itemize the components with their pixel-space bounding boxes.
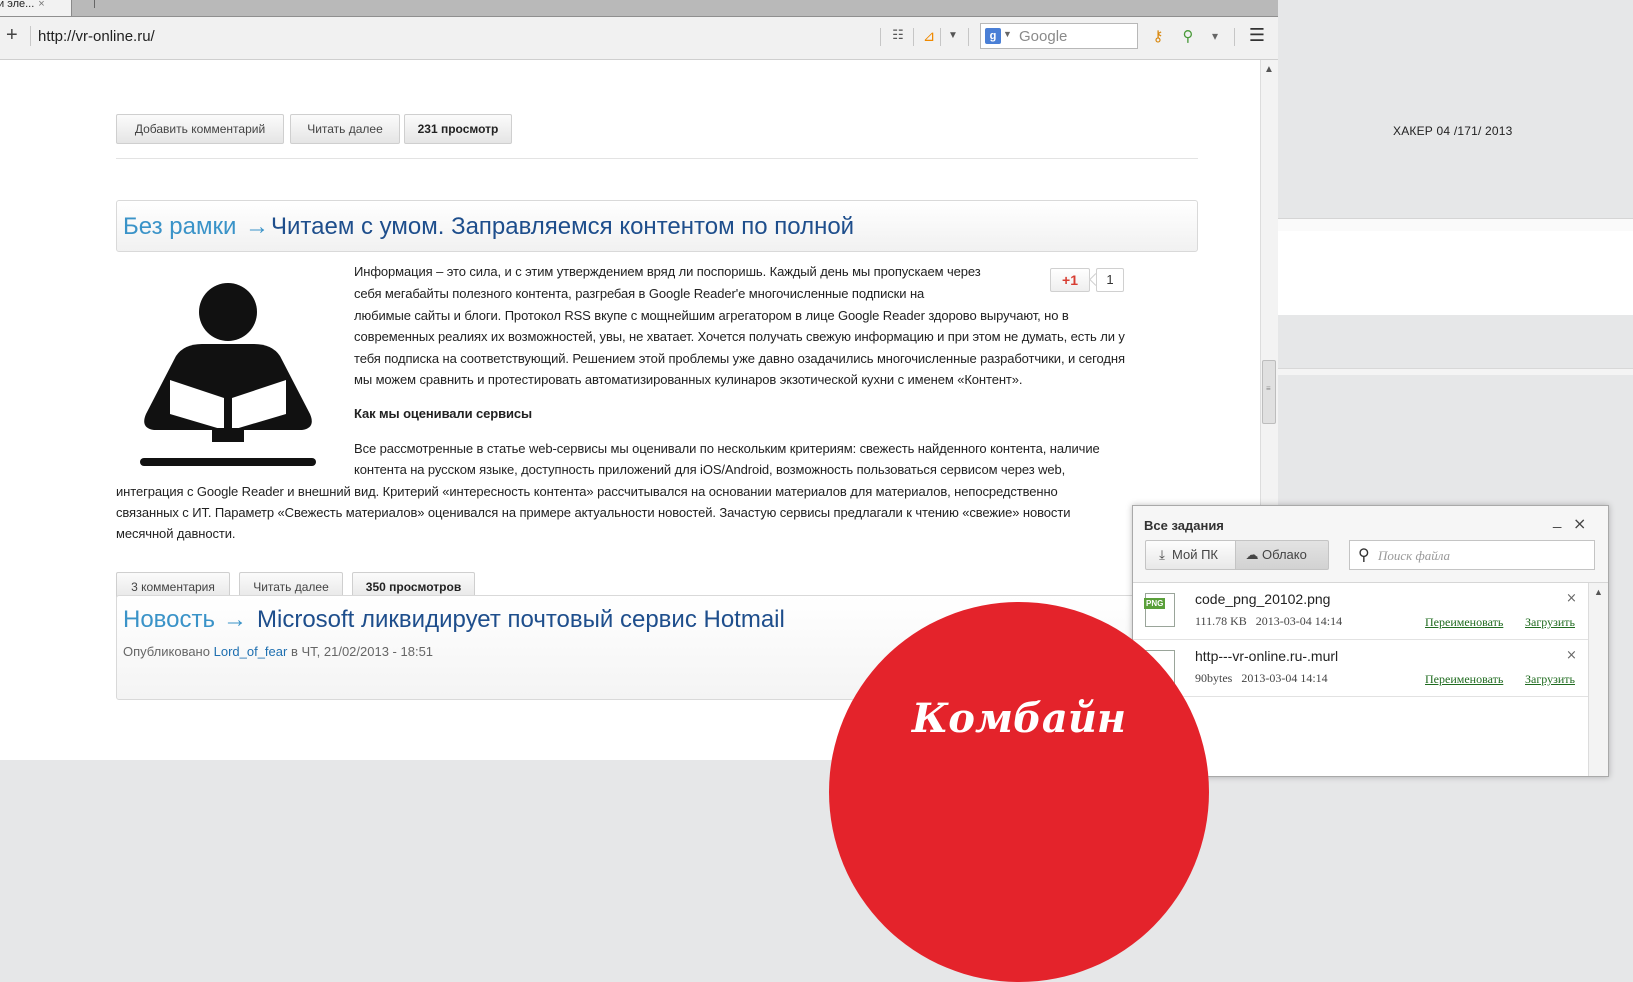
file-date: 2013-03-04 14:14 (1255, 614, 1343, 628)
tasks-panel-title: Все задания (1144, 518, 1224, 533)
decorative-band (1278, 231, 1633, 315)
file-name: http---vr-online.ru-.murl (1195, 648, 1339, 664)
close-icon[interactable]: × (1573, 514, 1586, 533)
divider (968, 28, 969, 46)
article-text-line: любимые сайты и блоги. Протокол RSS вкуп… (354, 308, 1069, 323)
search-engine-label: Google (1019, 28, 1068, 45)
article-text-line: себя мегабайты полезного контента, разгр… (354, 286, 925, 301)
news-title-link[interactable]: Microsoft ликвидирует почтовый сервис Ho… (257, 606, 785, 634)
article-title-link[interactable]: Читаем с умом. Заправляемся контентом по… (271, 213, 854, 241)
rename-link[interactable]: Переименовать (1425, 615, 1503, 630)
minimize-icon[interactable]: _ (1553, 512, 1561, 529)
add-icon[interactable]: + (6, 25, 18, 45)
article-subheading: Как мы оценивали сервисы (354, 406, 533, 421)
file-size: 90bytes (1195, 671, 1233, 685)
search-engine-icon[interactable]: g (985, 28, 1001, 44)
google-plus-button[interactable]: +1 (1050, 268, 1090, 292)
article-category-link[interactable]: Без рамки (123, 213, 236, 241)
download-link[interactable]: Загрузить (1525, 672, 1575, 687)
navigation-bar: + http://vr-online.ru/ ☷ ⊿ ▼ g ▼ Google … (0, 17, 1278, 60)
search-icon: ⚲ (1358, 545, 1370, 564)
divider (116, 158, 1198, 159)
cloud-icon: ☁ (1245, 548, 1259, 563)
arrow-icon: → (223, 606, 247, 633)
divider (30, 26, 31, 46)
article-text-line: связанных с ИТ. Параметр «Свежесть матер… (116, 505, 1071, 520)
rss-icon[interactable]: ⊿ (920, 26, 938, 46)
more-icon[interactable]: ▾ (1208, 26, 1222, 46)
article-text-line: Информация – это сила, и с этим утвержде… (354, 264, 981, 279)
divider (1234, 28, 1235, 46)
author-link[interactable]: Lord_of_fear (214, 644, 288, 659)
remove-icon[interactable]: × (1566, 648, 1577, 663)
list-scrollbar[interactable]: ▲ (1588, 583, 1608, 776)
news-meta: Опубликовано Lord_of_fear в ЧТ, 21/02/20… (123, 644, 433, 659)
file-meta: 111.78 KB 2013-03-04 14:14 (1195, 614, 1342, 629)
news-category-link[interactable]: Новость (123, 606, 215, 634)
file-meta: 90bytes 2013-03-04 14:14 (1195, 671, 1328, 686)
arrow-icon: → (245, 213, 269, 240)
article-text-line: тебя подписка на соответствующий. Решени… (354, 351, 1125, 366)
reader-icon[interactable]: ☷ (888, 26, 908, 46)
tab-bar: и эле... × (0, 0, 1278, 17)
add-comment-button[interactable]: Добавить комментарий (116, 114, 284, 144)
decorative-band (1278, 218, 1633, 232)
png-file-icon: PNG (1144, 593, 1175, 627)
published-label: Опубликовано (123, 644, 210, 659)
tab-title: и эле... (0, 0, 35, 10)
tab-close-icon[interactable]: × (38, 0, 44, 10)
divider (940, 28, 941, 46)
reading-person-icon (140, 283, 316, 466)
tab-label: Облако (1262, 547, 1307, 562)
file-date: 2013-03-04 14:14 (1241, 671, 1328, 685)
dropdown-icon[interactable]: ▼ (944, 26, 962, 46)
section-badge (829, 602, 1209, 982)
magazine-issue-label: ХАКЕР 04 /171/ 2013 (1393, 124, 1513, 138)
list-item[interactable]: http---vr-online.ru-.murl 90bytes 2013-0… (1133, 640, 1588, 697)
find-icon[interactable]: ⚲ (1178, 26, 1198, 46)
scroll-up-icon[interactable]: ▲ (1264, 64, 1274, 75)
grip-icon: ≡ (1266, 384, 1271, 393)
tab-cloud[interactable]: ☁ Облако (1235, 540, 1329, 570)
browser-tab[interactable]: и эле... × (0, 0, 72, 16)
read-more-button[interactable]: Читать далее (290, 114, 400, 144)
menu-icon[interactable]: ☰ (1246, 26, 1268, 46)
search-placeholder: Поиск файла (1378, 548, 1451, 563)
rename-link[interactable]: Переименовать (1425, 672, 1503, 687)
list-item[interactable]: PNG code_png_20102.png 111.78 KB 2013-03… (1133, 583, 1588, 640)
decorative-band (1278, 368, 1633, 375)
chevron-down-icon[interactable]: ▼ (1003, 29, 1012, 39)
article-text-line: интеграция с Google Reader и внешний вид… (116, 484, 1058, 499)
file-search-input[interactable]: ⚲ Поиск файла (1349, 540, 1595, 570)
divider (880, 28, 881, 46)
key-icon[interactable]: ⚷ (1148, 26, 1168, 46)
search-input[interactable]: g ▼ Google (980, 23, 1138, 49)
file-name: code_png_20102.png (1195, 591, 1331, 607)
new-tab-icon[interactable] (94, 0, 95, 8)
article-text-line: мы можем сравнить и протестировать автом… (354, 372, 1023, 387)
file-list: PNG code_png_20102.png 111.78 KB 2013-03… (1133, 582, 1608, 776)
section-badge-label: Комбайн (911, 695, 1127, 742)
divider (913, 28, 914, 46)
file-type-badge: PNG (1144, 598, 1166, 609)
published-date: в ЧТ, 21/02/2013 - 18:51 (290, 644, 434, 659)
tab-label: Мой ПК (1172, 547, 1218, 562)
download-icon: ⤓ (1159, 548, 1165, 563)
views-button[interactable]: 231 просмотр (404, 114, 512, 144)
address-bar[interactable]: http://vr-online.ru/ (38, 28, 155, 45)
remove-icon[interactable]: × (1566, 591, 1577, 606)
article-text-line: месячной давности. (116, 526, 236, 541)
file-size: 111.78 KB (1195, 614, 1247, 628)
article-text-line: современных реалиях их возможностей, увы… (354, 329, 1125, 344)
article-header: Без рамки → Читаем с умом. Заправляемся … (116, 200, 1198, 252)
article-text-line: контента на русском языке, доступность п… (354, 462, 1066, 477)
tab-my-pc[interactable]: ⤓ Мой ПК (1145, 540, 1236, 570)
article-text-line: Все рассмотренные в статье web-сервисы м… (354, 441, 1100, 456)
scroll-up-icon[interactable]: ▲ (1594, 587, 1603, 597)
download-link[interactable]: Загрузить (1525, 615, 1575, 630)
google-plus-count: 1 (1096, 268, 1124, 292)
